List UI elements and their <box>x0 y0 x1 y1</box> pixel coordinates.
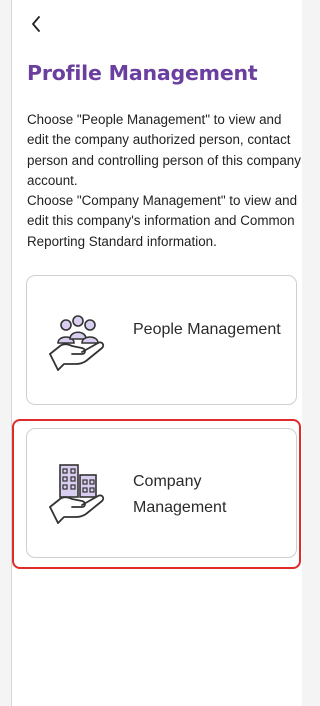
chevron-left-icon <box>32 16 40 32</box>
page-description: Choose "People Management" to view and e… <box>27 110 302 252</box>
description-people: Choose "People Management" to view and e… <box>27 112 301 188</box>
people-management-card[interactable]: People Management <box>26 275 297 405</box>
people-in-hand-icon <box>49 315 105 371</box>
page-title: Profile Management <box>27 61 258 85</box>
buildings-in-hand-icon <box>49 464 105 524</box>
company-management-card[interactable]: Company Management <box>26 428 297 558</box>
people-management-label: People Management <box>133 321 281 338</box>
back-button[interactable] <box>31 12 51 36</box>
description-company: Choose "Company Management" to view and … <box>27 193 298 249</box>
company-management-label: Company Management <box>133 473 227 516</box>
